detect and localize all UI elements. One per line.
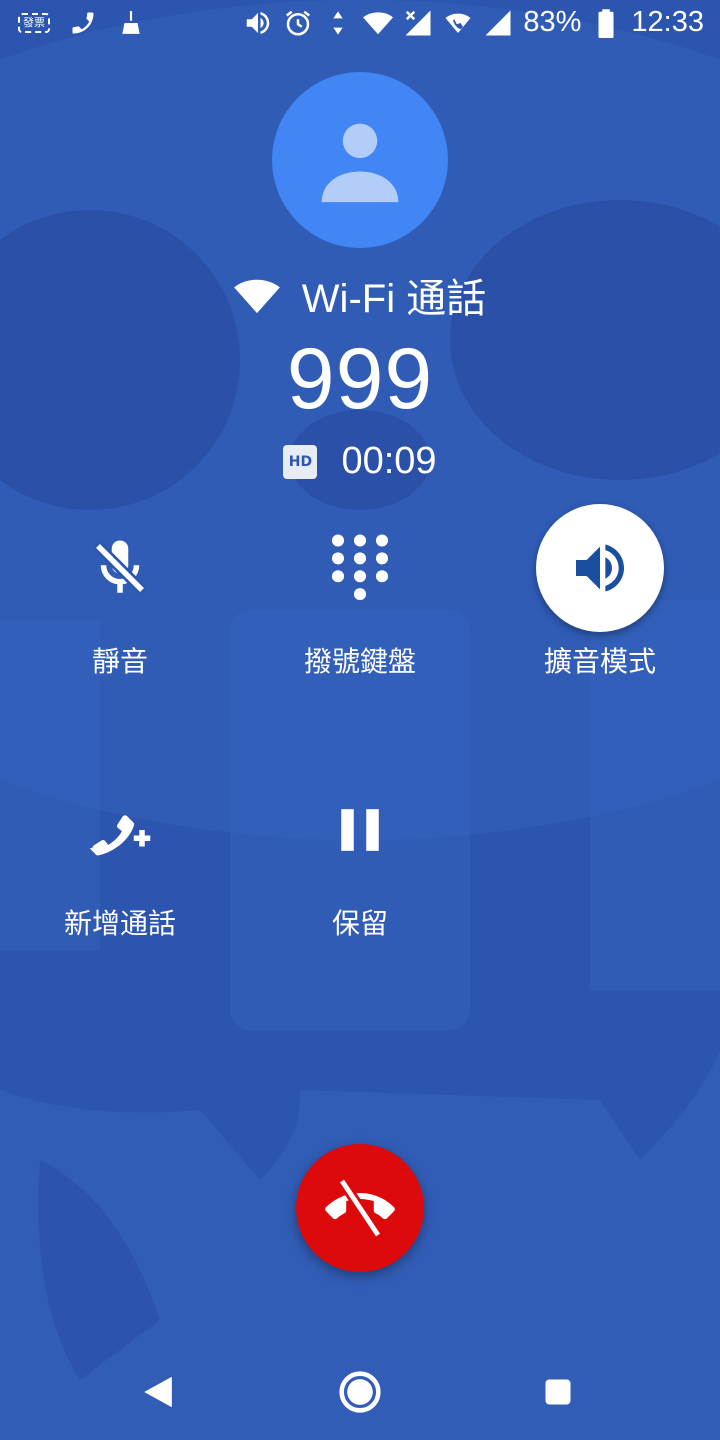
broom-icon [116, 8, 146, 38]
speaker-button[interactable]: 擴音模式 [480, 504, 720, 680]
wifi-call-icon [443, 8, 473, 38]
add-call-button[interactable]: 新增通話 [0, 766, 240, 942]
invoice-ticket-icon: 發票 [18, 13, 50, 33]
hold-label: 保留 [331, 907, 388, 940]
battery-percent: 83% [523, 6, 582, 38]
call-type-label: Wi-Fi 通話 [301, 277, 487, 321]
hold-button[interactable]: 保留 [240, 766, 480, 942]
dialpad-label: 撥號鍵盤 [303, 645, 416, 678]
data-arrows-icon [323, 8, 353, 38]
add-call-icon [56, 766, 184, 894]
signal-x-icon [403, 8, 433, 38]
pause-icon [296, 766, 424, 894]
person-icon [321, 123, 399, 203]
hd-voice-icon: HD [283, 444, 318, 479]
add-call-label: 新增通話 [63, 907, 176, 940]
navigation-bar [0, 1352, 720, 1432]
wifi-icon [363, 8, 394, 38]
recents-button[interactable] [518, 1352, 598, 1432]
call-end-icon [325, 1178, 395, 1238]
call-icon [68, 8, 98, 38]
battery-icon [591, 8, 621, 38]
mic-off-icon [56, 504, 184, 632]
phone-number: 999 [286, 331, 434, 427]
home-button[interactable] [320, 1352, 400, 1432]
call-type-row: Wi-Fi 通話 [0, 266, 720, 324]
clock-time: 12:33 [631, 6, 704, 38]
contact-avatar [272, 72, 448, 248]
back-button[interactable] [118, 1352, 198, 1432]
home-icon [339, 1371, 381, 1413]
recents-icon [545, 1379, 571, 1405]
wifi-icon [233, 279, 280, 314]
call-status-row: HD 00:09 [0, 440, 720, 483]
mute-label: 靜音 [91, 645, 148, 678]
alarm-icon [283, 8, 313, 38]
signal-icon [483, 8, 513, 38]
status-bar: 發票 83% 12:33 [0, 0, 720, 52]
dialpad-button[interactable]: 撥號鍵盤 [240, 504, 480, 680]
speaker-icon [243, 8, 273, 38]
call-duration: 00:09 [341, 440, 437, 482]
mute-button[interactable]: 靜音 [0, 504, 240, 680]
speaker-icon [536, 504, 664, 632]
back-icon [144, 1376, 172, 1408]
end-call-button[interactable] [296, 1144, 424, 1272]
speaker-label: 擴音模式 [543, 645, 656, 678]
dialpad-icon [296, 504, 424, 632]
